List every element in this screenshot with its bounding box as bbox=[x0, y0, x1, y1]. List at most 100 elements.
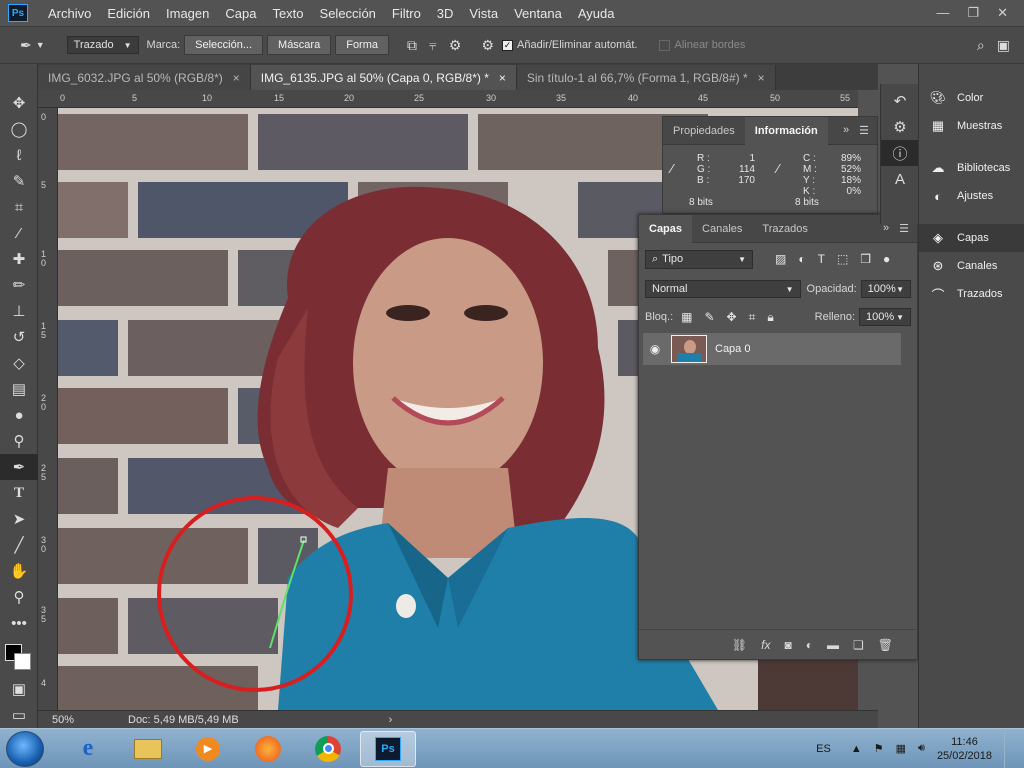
volume-icon[interactable]: 🔊︎ bbox=[918, 742, 925, 755]
info-icon[interactable]: ⓘ bbox=[881, 140, 919, 166]
lock-all-icon[interactable]: 🔒︎ bbox=[767, 310, 773, 325]
collapse-icon[interactable]: » bbox=[843, 124, 849, 137]
clock[interactable]: 11:46 25/02/2018 bbox=[937, 735, 992, 763]
pen-mode-select[interactable]: Trazado ▼ bbox=[66, 36, 139, 54]
menu-3d[interactable]: 3D bbox=[429, 6, 462, 21]
lock-artboard-icon[interactable]: ⌗ bbox=[749, 310, 756, 325]
more-tools-icon[interactable]: ••• bbox=[0, 610, 38, 636]
line-tool-icon[interactable]: ╱ bbox=[0, 532, 38, 558]
mascara-button[interactable]: Máscara bbox=[267, 35, 332, 55]
tab-informacion[interactable]: Información bbox=[744, 116, 828, 145]
forma-button[interactable]: Forma bbox=[335, 35, 389, 55]
screen-mode-icon[interactable]: ▭ bbox=[0, 702, 38, 728]
layer-filter-select[interactable]: ⌕ Tipo ▼ bbox=[645, 249, 753, 269]
dock-trazados[interactable]: ⌒ Trazados bbox=[919, 280, 1024, 308]
chevron-right-icon[interactable]: › bbox=[389, 714, 393, 726]
quick-selection-tool-icon[interactable]: ✎ bbox=[0, 168, 38, 194]
minimize-icon[interactable]: — bbox=[936, 5, 949, 21]
seleccion-button[interactable]: Selección... bbox=[184, 35, 264, 55]
hand-tool-icon[interactable]: ✋ bbox=[0, 558, 38, 584]
clone-stamp-tool-icon[interactable]: ⊥ bbox=[0, 298, 38, 324]
marquee-tool-icon[interactable]: ◯ bbox=[0, 116, 38, 142]
media-player-icon[interactable]: ▶ bbox=[180, 731, 236, 767]
character-icon[interactable]: A bbox=[881, 166, 919, 192]
menu-archivo[interactable]: Archivo bbox=[40, 6, 99, 21]
dock-capas[interactable]: ◈ Capas bbox=[919, 224, 1024, 252]
start-button[interactable] bbox=[6, 730, 44, 767]
fill-input[interactable]: 100% ▼ bbox=[859, 308, 911, 326]
layer-row[interactable]: ◉ Capa 0 bbox=[643, 333, 901, 365]
close-icon[interactable]: × bbox=[233, 71, 240, 85]
menu-edicion[interactable]: Edición bbox=[99, 6, 158, 21]
dock-muestras[interactable]: ▦ Muestras bbox=[919, 112, 1024, 140]
link-layers-icon[interactable]: ⛓ bbox=[732, 638, 747, 652]
lasso-tool-icon[interactable]: ℓ bbox=[0, 142, 38, 168]
eyedropper-tool-icon[interactable]: ⁄ bbox=[0, 220, 38, 246]
menu-seleccion[interactable]: Selección bbox=[312, 6, 384, 21]
dock-ajustes[interactable]: ◐ Ajustes bbox=[919, 182, 1024, 210]
path-arrangement-icon[interactable]: ⚙ bbox=[449, 37, 462, 54]
menu-vista[interactable]: Vista bbox=[461, 6, 506, 21]
gear-icon[interactable]: ⚙ bbox=[481, 37, 494, 54]
network-icon[interactable]: ▦ bbox=[896, 742, 906, 755]
eye-icon[interactable]: ◉ bbox=[643, 342, 667, 356]
tab-trazados[interactable]: Trazados bbox=[752, 215, 817, 243]
panel-menu-icon[interactable]: ☰ bbox=[859, 124, 869, 137]
opacity-input[interactable]: 100% ▼ bbox=[860, 280, 911, 298]
menu-texto[interactable]: Texto bbox=[264, 6, 311, 21]
lock-pixels-icon[interactable]: ✎ bbox=[704, 310, 714, 324]
history-icon[interactable]: ↶ bbox=[881, 88, 919, 114]
crop-tool-icon[interactable]: ⌗ bbox=[0, 194, 38, 220]
close-icon[interactable]: × bbox=[758, 71, 765, 85]
pen-tool-icon[interactable]: ✒ bbox=[0, 454, 38, 480]
path-operations-icon[interactable]: ⧉ bbox=[407, 37, 417, 54]
search-icon[interactable]: ⌕ bbox=[977, 37, 985, 54]
explorer-icon[interactable] bbox=[120, 731, 176, 767]
new-layer-icon[interactable]: ❏ bbox=[853, 638, 864, 652]
close-icon[interactable]: × bbox=[499, 71, 506, 85]
filter-pixel-icon[interactable]: ▨ bbox=[775, 252, 786, 266]
lock-transparency-icon[interactable]: ▦ bbox=[681, 310, 692, 324]
new-group-icon[interactable]: ▬ bbox=[827, 638, 839, 652]
dodge-tool-icon[interactable]: ⚲ bbox=[0, 428, 38, 454]
menu-capa[interactable]: Capa bbox=[217, 6, 264, 21]
gradient-tool-icon[interactable]: ▤ bbox=[0, 376, 38, 402]
restore-icon[interactable]: ❐ bbox=[967, 5, 979, 21]
dock-bibliotecas[interactable]: ☁ Bibliotecas bbox=[919, 154, 1024, 182]
menu-ventana[interactable]: Ventana bbox=[506, 6, 570, 21]
tray-arrow-icon[interactable]: ▲ bbox=[851, 743, 862, 755]
filter-type-icon[interactable]: T bbox=[818, 252, 825, 266]
chrome-icon[interactable] bbox=[300, 731, 356, 767]
zoom-level[interactable]: 50% bbox=[38, 714, 100, 726]
layer-name[interactable]: Capa 0 bbox=[715, 343, 750, 355]
menu-ayuda[interactable]: Ayuda bbox=[570, 6, 623, 21]
filter-toggle-icon[interactable]: ● bbox=[883, 252, 890, 266]
tab-canales[interactable]: Canales bbox=[692, 215, 752, 243]
move-tool-icon[interactable]: ✥ bbox=[0, 90, 38, 116]
path-alignment-icon[interactable]: ⫧ bbox=[429, 37, 437, 54]
photoshop-taskbar-icon[interactable]: Ps bbox=[360, 730, 416, 767]
blend-mode-select[interactable]: Normal ▼ bbox=[645, 280, 801, 298]
color-swatches[interactable] bbox=[0, 636, 37, 676]
menu-filtro[interactable]: Filtro bbox=[384, 6, 429, 21]
lock-position-icon[interactable]: ✥ bbox=[727, 310, 737, 324]
tab-img-6135[interactable]: IMG_6135.JPG al 50% (Capa 0, RGB/8*) * × bbox=[250, 65, 517, 90]
pen-tool-icon[interactable]: ✒ bbox=[20, 37, 32, 54]
action-center-icon[interactable]: ⚑ bbox=[874, 742, 884, 755]
fx-icon[interactable]: fx bbox=[761, 638, 770, 652]
add-mask-icon[interactable]: ◙ bbox=[785, 638, 792, 652]
healing-brush-tool-icon[interactable]: ✚ bbox=[0, 246, 38, 272]
background-color[interactable] bbox=[14, 653, 31, 670]
close-icon[interactable]: ✕ bbox=[997, 5, 1008, 21]
align-edges-checkbox[interactable] bbox=[659, 39, 671, 51]
brush-tool-icon[interactable]: ✏ bbox=[0, 272, 38, 298]
language-indicator[interactable]: ES bbox=[816, 743, 831, 755]
tab-propiedades[interactable]: Propiedades bbox=[663, 117, 745, 145]
blur-tool-icon[interactable]: ● bbox=[0, 402, 38, 428]
filter-shape-icon[interactable]: ⬚ bbox=[837, 252, 848, 266]
quick-mask-icon[interactable]: ▣ bbox=[0, 676, 38, 702]
workspace-icon[interactable]: ▣ bbox=[997, 37, 1010, 54]
path-selection-tool-icon[interactable]: ➤ bbox=[0, 506, 38, 532]
tab-capas[interactable]: Capas bbox=[639, 214, 693, 243]
menu-imagen[interactable]: Imagen bbox=[158, 6, 217, 21]
